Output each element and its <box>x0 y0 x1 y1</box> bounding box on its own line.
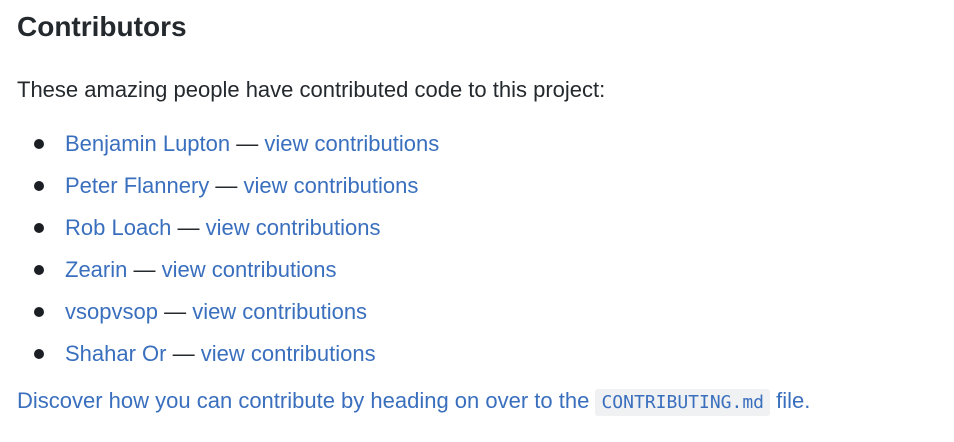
list-item: Benjamin Lupton — view contributions <box>17 130 947 172</box>
discover-text-after: file. <box>770 388 811 413</box>
list-item: Zearin — view contributions <box>17 256 947 298</box>
contributor-name-link[interactable]: vsopvsop <box>65 299 158 324</box>
bullet-icon <box>34 307 44 317</box>
contributor-name-link[interactable]: Peter Flannery <box>65 173 209 198</box>
view-contributions-link[interactable]: view contributions <box>206 215 381 240</box>
bullet-icon <box>34 181 44 191</box>
bullet-icon <box>34 349 44 359</box>
separator: — <box>209 173 244 198</box>
separator: — <box>171 215 206 240</box>
contributor-name-link[interactable]: Benjamin Lupton <box>65 131 230 156</box>
bullet-icon <box>34 265 44 275</box>
discover-text-before: Discover how you can contribute by headi… <box>17 388 596 413</box>
contributor-name-link[interactable]: Rob Loach <box>65 215 171 240</box>
separator: — <box>166 341 201 366</box>
list-item: vsopvsop — view contributions <box>17 298 947 340</box>
view-contributions-link[interactable]: view contributions <box>264 131 439 156</box>
view-contributions-link[interactable]: view contributions <box>244 173 419 198</box>
list-item: Rob Loach — view contributions <box>17 214 947 256</box>
bullet-icon <box>34 139 44 149</box>
list-item: Shahar Or — view contributions <box>17 340 947 382</box>
separator: — <box>127 257 162 282</box>
view-contributions-link[interactable]: view contributions <box>162 257 337 282</box>
discover-link[interactable]: Discover how you can contribute by headi… <box>17 386 947 418</box>
intro-text: These amazing people have contributed co… <box>17 77 606 102</box>
section-title: Contributors <box>17 11 187 42</box>
contributors-list: Benjamin Lupton — view contributions Pet… <box>17 130 947 382</box>
contributor-name-link[interactable]: Shahar Or <box>65 341 167 366</box>
separator: — <box>230 131 265 156</box>
contributing-file-code: CONTRIBUTING.md <box>595 389 771 416</box>
bullet-icon <box>34 223 44 233</box>
view-contributions-link[interactable]: view contributions <box>201 341 376 366</box>
list-item: Peter Flannery — view contributions <box>17 172 947 214</box>
separator: — <box>157 299 193 324</box>
contributor-name-link[interactable]: Zearin <box>65 257 127 282</box>
view-contributions-link[interactable]: view contributions <box>192 299 367 324</box>
contributors-section: Contributors These amazing people have c… <box>17 0 947 418</box>
